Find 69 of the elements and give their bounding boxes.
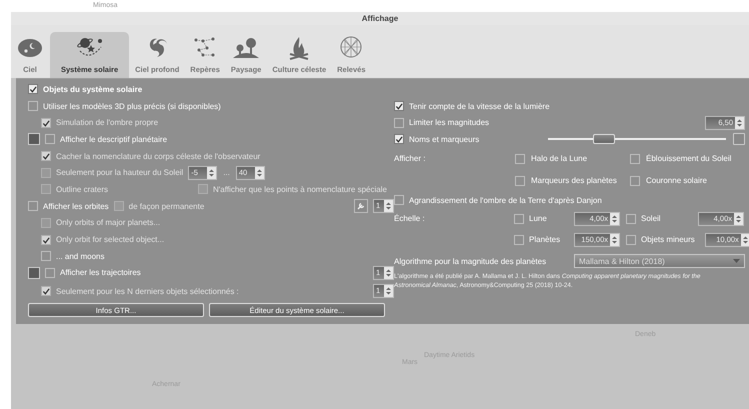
option-label: Only orbit for selected object... [56,235,164,244]
option-label: Halo de la Lune [531,154,588,164]
option-label: Afficher : [394,154,426,164]
color-button[interactable] [733,133,745,146]
spin-arrows-icon [256,168,263,178]
option-label: Couronne solaire [646,176,707,186]
option-label: Afficher les trajectoires [60,268,141,278]
option-label: Objets mineurs [641,235,695,244]
spin-arrows-icon [385,286,392,296]
option-label: Échelle : [394,214,426,224]
checkbox[interactable] [45,134,55,144]
checkbox[interactable] [394,101,404,112]
checkbox[interactable] [626,214,636,224]
color-button[interactable] [28,133,40,146]
range-separator: ... [222,168,231,178]
option-label: Utiliser les modèles 3D plus précis (si disponibles) [43,102,221,111]
spin-arrows-icon [735,214,742,224]
checkbox[interactable] [394,134,404,144]
checkbox[interactable] [630,176,640,186]
option-label: Only orbits of major planets... [56,218,160,228]
checkbox[interactable] [28,101,38,112]
caret-icon [733,258,740,264]
checkbox[interactable] [41,251,51,262]
option-label: Seulement pour la hauteur du Soleil [56,168,184,178]
color-button[interactable] [28,266,40,279]
option-label: Simulation de l'ombre propre [56,118,158,128]
checkbox[interactable] [28,201,38,212]
option-label: Agrandissement de l'ombre de la Terre d'après Danjon [409,196,602,205]
checkbox[interactable] [630,154,640,164]
option-label: Afficher les orbites [43,202,109,211]
option-label: ... and moons [56,252,104,261]
option-label: Noms et marqueurs [409,134,480,144]
checkbox[interactable] [515,176,525,186]
checkbox[interactable] [394,195,404,206]
tab-icon [232,35,260,60]
option-label: Planètes [529,235,560,244]
spin-arrows-icon [736,118,743,128]
option-label: Objets du système solaire [43,84,142,94]
dropdown[interactable]: Mallama & Hilton (2018) [574,254,745,268]
spin-arrows-icon [385,201,392,212]
checkbox[interactable] [515,154,525,164]
option-label: Lune [529,214,547,224]
option-label: Éblouissement du Soleil [646,154,732,164]
checkbox[interactable] [394,118,404,128]
spin-arrows-icon [208,168,216,178]
checkbox[interactable] [626,234,636,245]
option-label: Outline craters [56,184,110,194]
spin-arrows-icon [611,234,618,245]
checkbox[interactable] [45,268,55,278]
spin-arrows-icon [385,268,392,278]
option-label: Algorithme pour la magnitude des planètes [394,256,548,266]
option-label: Soleil [641,214,661,224]
option-label: Limiter les magnitudes [409,118,490,128]
spin-arrows-icon [611,214,618,224]
slider-thumb[interactable] [593,134,616,144]
option-label: Tenir compte de la vitesse de la lumière [409,102,550,111]
option-label: Seulement pour les N derniers objets sélectionnés : [56,286,239,296]
checkbox[interactable] [514,214,524,224]
option-label: Afficher le descriptif planétaire [60,134,168,144]
wrench-button[interactable] [354,199,368,214]
option-label: N'afficher que les points à nomenclature spéciale [213,184,387,194]
spin-arrows-icon [742,234,749,245]
window-title: Affichage [11,12,749,25]
option-label: Marqueurs des planètes [531,176,617,186]
checkbox[interactable] [28,84,38,94]
wrench-icon [357,202,365,210]
option-label: Cacher la nomenclature du corps céleste de l'observateur [56,152,260,161]
option-label: de façon permanente [128,202,204,211]
checkbox[interactable] [514,234,524,245]
